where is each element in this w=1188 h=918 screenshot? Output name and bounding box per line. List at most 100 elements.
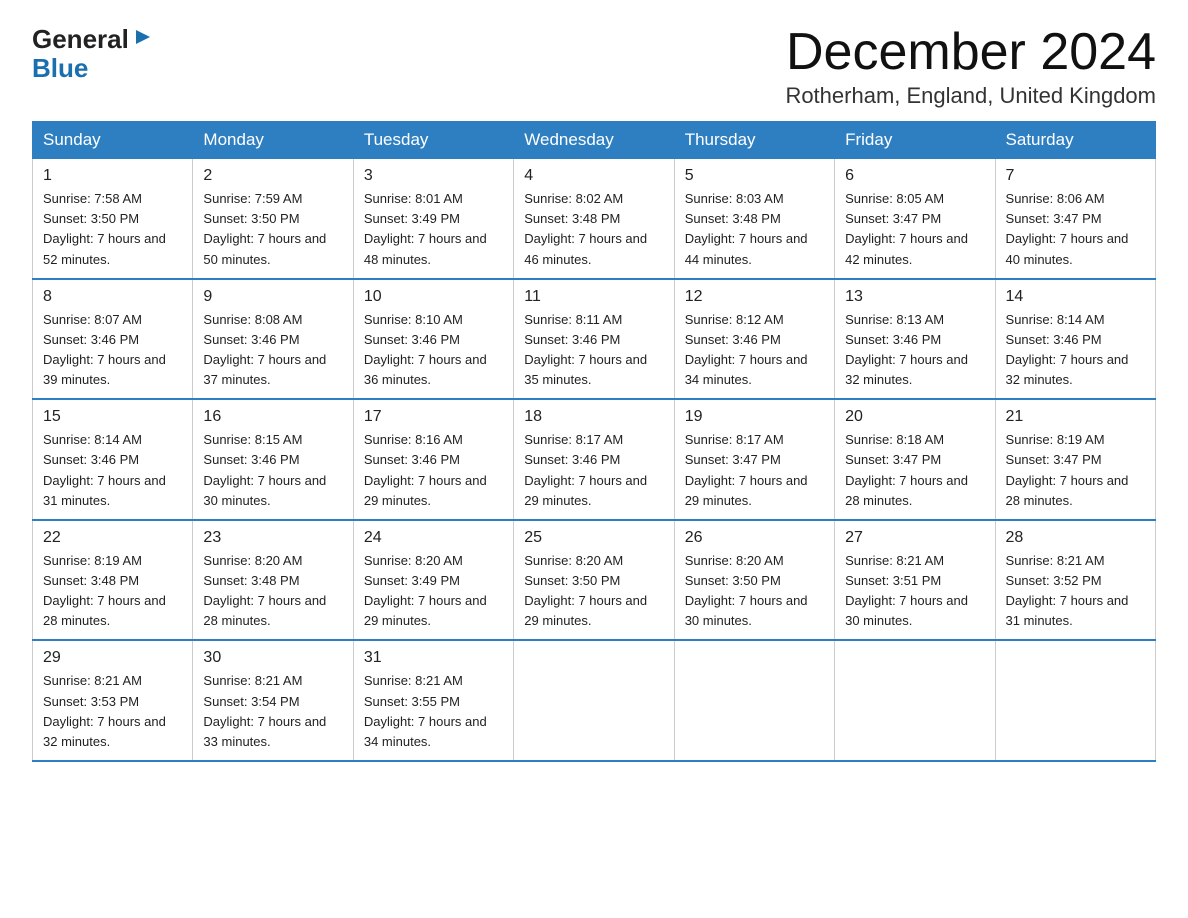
day-info: Sunrise: 8:21 AM Sunset: 3:55 PM Dayligh…: [364, 671, 503, 752]
calendar-cell: 29 Sunrise: 8:21 AM Sunset: 3:53 PM Dayl…: [33, 640, 193, 761]
weekday-header-tuesday: Tuesday: [353, 122, 513, 159]
day-info: Sunrise: 8:11 AM Sunset: 3:46 PM Dayligh…: [524, 310, 663, 391]
day-number: 23: [203, 529, 342, 547]
calendar-cell: 9 Sunrise: 8:08 AM Sunset: 3:46 PM Dayli…: [193, 279, 353, 400]
weekday-header-sunday: Sunday: [33, 122, 193, 159]
day-info: Sunrise: 8:14 AM Sunset: 3:46 PM Dayligh…: [1006, 310, 1145, 391]
day-info: Sunrise: 8:21 AM Sunset: 3:54 PM Dayligh…: [203, 671, 342, 752]
day-info: Sunrise: 8:12 AM Sunset: 3:46 PM Dayligh…: [685, 310, 824, 391]
calendar-cell: 8 Sunrise: 8:07 AM Sunset: 3:46 PM Dayli…: [33, 279, 193, 400]
calendar-cell: [674, 640, 834, 761]
calendar-cell: 5 Sunrise: 8:03 AM Sunset: 3:48 PM Dayli…: [674, 159, 834, 279]
day-number: 7: [1006, 167, 1145, 185]
day-info: Sunrise: 8:10 AM Sunset: 3:46 PM Dayligh…: [364, 310, 503, 391]
calendar-cell: 6 Sunrise: 8:05 AM Sunset: 3:47 PM Dayli…: [835, 159, 995, 279]
day-info: Sunrise: 8:17 AM Sunset: 3:46 PM Dayligh…: [524, 430, 663, 511]
day-number: 29: [43, 649, 182, 667]
day-info: Sunrise: 8:02 AM Sunset: 3:48 PM Dayligh…: [524, 189, 663, 270]
logo-general-text: General: [32, 26, 129, 52]
calendar-cell: 2 Sunrise: 7:59 AM Sunset: 3:50 PM Dayli…: [193, 159, 353, 279]
location-subtitle: Rotherham, England, United Kingdom: [785, 83, 1156, 109]
day-number: 28: [1006, 529, 1145, 547]
week-row-1: 1 Sunrise: 7:58 AM Sunset: 3:50 PM Dayli…: [33, 159, 1156, 279]
day-number: 14: [1006, 288, 1145, 306]
day-info: Sunrise: 8:06 AM Sunset: 3:47 PM Dayligh…: [1006, 189, 1145, 270]
day-number: 27: [845, 529, 984, 547]
calendar-cell: 15 Sunrise: 8:14 AM Sunset: 3:46 PM Dayl…: [33, 399, 193, 520]
calendar-cell: [835, 640, 995, 761]
day-number: 6: [845, 167, 984, 185]
title-area: December 2024 Rotherham, England, United…: [785, 24, 1156, 109]
day-number: 17: [364, 408, 503, 426]
week-row-3: 15 Sunrise: 8:14 AM Sunset: 3:46 PM Dayl…: [33, 399, 1156, 520]
day-number: 8: [43, 288, 182, 306]
day-info: Sunrise: 8:05 AM Sunset: 3:47 PM Dayligh…: [845, 189, 984, 270]
day-number: 10: [364, 288, 503, 306]
day-number: 22: [43, 529, 182, 547]
calendar-cell: 17 Sunrise: 8:16 AM Sunset: 3:46 PM Dayl…: [353, 399, 513, 520]
calendar-cell: 16 Sunrise: 8:15 AM Sunset: 3:46 PM Dayl…: [193, 399, 353, 520]
day-info: Sunrise: 8:20 AM Sunset: 3:48 PM Dayligh…: [203, 551, 342, 632]
week-row-4: 22 Sunrise: 8:19 AM Sunset: 3:48 PM Dayl…: [33, 520, 1156, 641]
day-number: 4: [524, 167, 663, 185]
calendar-cell: 24 Sunrise: 8:20 AM Sunset: 3:49 PM Dayl…: [353, 520, 513, 641]
calendar-table: SundayMondayTuesdayWednesdayThursdayFrid…: [32, 121, 1156, 762]
day-info: Sunrise: 8:21 AM Sunset: 3:51 PM Dayligh…: [845, 551, 984, 632]
day-info: Sunrise: 8:20 AM Sunset: 3:49 PM Dayligh…: [364, 551, 503, 632]
day-number: 24: [364, 529, 503, 547]
day-number: 12: [685, 288, 824, 306]
calendar-cell: 3 Sunrise: 8:01 AM Sunset: 3:49 PM Dayli…: [353, 159, 513, 279]
calendar-cell: 21 Sunrise: 8:19 AM Sunset: 3:47 PM Dayl…: [995, 399, 1155, 520]
calendar-cell: 4 Sunrise: 8:02 AM Sunset: 3:48 PM Dayli…: [514, 159, 674, 279]
day-info: Sunrise: 8:14 AM Sunset: 3:46 PM Dayligh…: [43, 430, 182, 511]
logo: General Blue: [32, 24, 154, 84]
calendar-cell: 23 Sunrise: 8:20 AM Sunset: 3:48 PM Dayl…: [193, 520, 353, 641]
day-info: Sunrise: 8:19 AM Sunset: 3:48 PM Dayligh…: [43, 551, 182, 632]
day-number: 19: [685, 408, 824, 426]
day-info: Sunrise: 8:16 AM Sunset: 3:46 PM Dayligh…: [364, 430, 503, 511]
calendar-cell: 7 Sunrise: 8:06 AM Sunset: 3:47 PM Dayli…: [995, 159, 1155, 279]
day-number: 3: [364, 167, 503, 185]
logo-arrow-icon: [132, 26, 154, 48]
day-info: Sunrise: 7:58 AM Sunset: 3:50 PM Dayligh…: [43, 189, 182, 270]
calendar-cell: 31 Sunrise: 8:21 AM Sunset: 3:55 PM Dayl…: [353, 640, 513, 761]
day-number: 5: [685, 167, 824, 185]
day-info: Sunrise: 8:20 AM Sunset: 3:50 PM Dayligh…: [685, 551, 824, 632]
weekday-header-friday: Friday: [835, 122, 995, 159]
day-info: Sunrise: 8:08 AM Sunset: 3:46 PM Dayligh…: [203, 310, 342, 391]
calendar-cell: 30 Sunrise: 8:21 AM Sunset: 3:54 PM Dayl…: [193, 640, 353, 761]
calendar-cell: 1 Sunrise: 7:58 AM Sunset: 3:50 PM Dayli…: [33, 159, 193, 279]
calendar-cell: [995, 640, 1155, 761]
calendar-cell: 12 Sunrise: 8:12 AM Sunset: 3:46 PM Dayl…: [674, 279, 834, 400]
day-number: 25: [524, 529, 663, 547]
day-number: 31: [364, 649, 503, 667]
day-info: Sunrise: 8:20 AM Sunset: 3:50 PM Dayligh…: [524, 551, 663, 632]
calendar-cell: 10 Sunrise: 8:10 AM Sunset: 3:46 PM Dayl…: [353, 279, 513, 400]
calendar-cell: [514, 640, 674, 761]
day-number: 18: [524, 408, 663, 426]
day-info: Sunrise: 8:07 AM Sunset: 3:46 PM Dayligh…: [43, 310, 182, 391]
day-info: Sunrise: 8:03 AM Sunset: 3:48 PM Dayligh…: [685, 189, 824, 270]
calendar-cell: 13 Sunrise: 8:13 AM Sunset: 3:46 PM Dayl…: [835, 279, 995, 400]
calendar-cell: 14 Sunrise: 8:14 AM Sunset: 3:46 PM Dayl…: [995, 279, 1155, 400]
calendar-cell: 27 Sunrise: 8:21 AM Sunset: 3:51 PM Dayl…: [835, 520, 995, 641]
day-number: 2: [203, 167, 342, 185]
day-number: 15: [43, 408, 182, 426]
day-number: 21: [1006, 408, 1145, 426]
day-info: Sunrise: 8:01 AM Sunset: 3:49 PM Dayligh…: [364, 189, 503, 270]
day-number: 1: [43, 167, 182, 185]
day-info: Sunrise: 8:15 AM Sunset: 3:46 PM Dayligh…: [203, 430, 342, 511]
day-info: Sunrise: 8:17 AM Sunset: 3:47 PM Dayligh…: [685, 430, 824, 511]
day-info: Sunrise: 8:19 AM Sunset: 3:47 PM Dayligh…: [1006, 430, 1145, 511]
week-row-5: 29 Sunrise: 8:21 AM Sunset: 3:53 PM Dayl…: [33, 640, 1156, 761]
month-title: December 2024: [785, 24, 1156, 81]
weekday-header-wednesday: Wednesday: [514, 122, 674, 159]
weekday-header-monday: Monday: [193, 122, 353, 159]
day-number: 9: [203, 288, 342, 306]
day-info: Sunrise: 7:59 AM Sunset: 3:50 PM Dayligh…: [203, 189, 342, 270]
weekday-header-saturday: Saturday: [995, 122, 1155, 159]
page-header: General Blue December 2024 Rotherham, En…: [32, 24, 1156, 109]
day-number: 11: [524, 288, 663, 306]
calendar-cell: 20 Sunrise: 8:18 AM Sunset: 3:47 PM Dayl…: [835, 399, 995, 520]
day-number: 30: [203, 649, 342, 667]
